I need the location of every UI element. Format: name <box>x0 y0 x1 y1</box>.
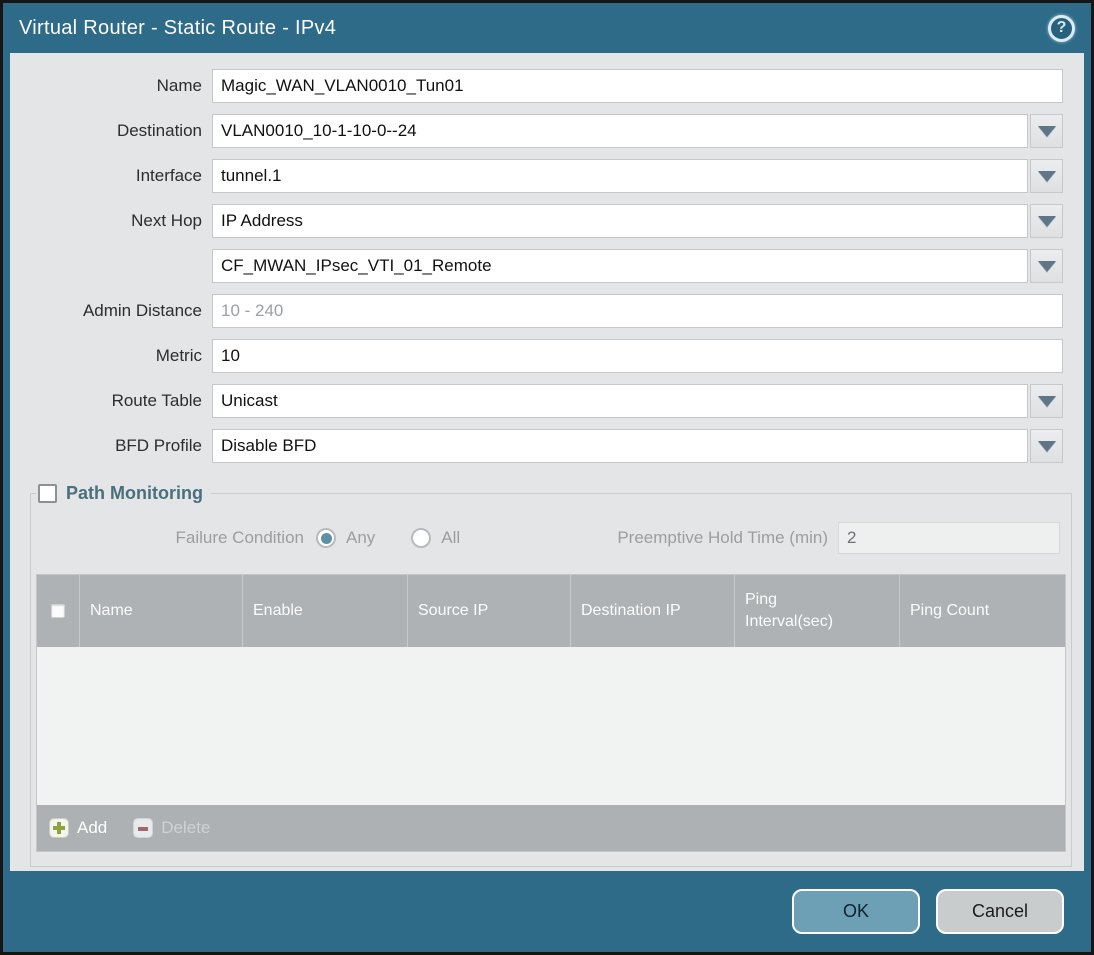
add-button-label: Add <box>77 818 108 837</box>
minus-icon <box>133 818 154 838</box>
dialog-window: Virtual Router - Static Route - IPv4 ? N… <box>0 0 1094 955</box>
bfd-profile-dropdown-button[interactable] <box>1030 429 1063 463</box>
interface-label: Interface <box>135 166 202 185</box>
chevron-down-icon <box>1037 125 1056 137</box>
radio-all-label: All <box>441 528 461 547</box>
table-body <box>37 647 1065 805</box>
content-panel: Name Destination Interface <box>10 53 1084 871</box>
next-hop-address-input[interactable] <box>212 249 1028 283</box>
chevron-down-icon <box>1037 395 1056 407</box>
path-monitoring-legend: Path Monitoring <box>36 483 211 504</box>
radio-dot <box>320 532 332 544</box>
delete-button-label: Delete <box>161 818 211 837</box>
table-header-checkbox-cell <box>37 575 79 647</box>
metric-input[interactable] <box>212 339 1063 373</box>
destination-input[interactable] <box>212 114 1028 148</box>
admin-distance-label: Admin Distance <box>82 301 202 320</box>
column-header-name: Name <box>79 575 242 647</box>
bfd-profile-row: BFD Profile <box>10 429 1063 463</box>
column-header-label: Source IP <box>418 602 489 619</box>
path-monitoring-fieldset: Path Monitoring Failure Condition Any Al… <box>30 483 1072 867</box>
radio-all <box>411 528 432 548</box>
admin-distance-row: Admin Distance <box>10 294 1063 328</box>
chevron-down-icon <box>1037 260 1056 272</box>
next-hop-address-dropdown-button[interactable] <box>1030 249 1063 283</box>
radio-any <box>316 528 336 548</box>
next-hop-dropdown-button[interactable] <box>1030 204 1063 238</box>
table-footer: Add Delete <box>37 805 1065 851</box>
next-hop-row: Next Hop <box>10 204 1063 238</box>
path-monitoring-table: Name Enable Source IP Destination IP Pin… <box>36 574 1066 852</box>
add-button[interactable]: Add <box>49 818 107 838</box>
column-header-ping-interval: Ping Interval(sec) <box>734 575 899 647</box>
next-hop-label: Next Hop <box>131 211 202 230</box>
preemptive-hold-time-label: Preemptive Hold Time (min) <box>617 528 828 547</box>
table-header: Name Enable Source IP Destination IP Pin… <box>37 575 1065 647</box>
column-header-label: Ping Interval(sec) <box>745 591 834 630</box>
interface-dropdown-button[interactable] <box>1030 159 1063 193</box>
bfd-profile-label: BFD Profile <box>115 436 202 455</box>
failure-condition-label: Failure Condition <box>175 528 304 547</box>
path-monitoring-title: Path Monitoring <box>66 483 203 503</box>
dialog-title: Virtual Router - Static Route - IPv4 <box>19 16 337 39</box>
failure-condition-row: Failure Condition Any All Preemptive Hol… <box>36 522 1066 554</box>
radio-any-label: Any <box>346 528 376 547</box>
route-table-select[interactable] <box>212 384 1028 418</box>
name-input[interactable] <box>212 69 1063 103</box>
destination-label: Destination <box>116 121 202 140</box>
chevron-down-icon <box>1037 440 1056 452</box>
bfd-profile-select[interactable] <box>212 429 1028 463</box>
column-header-label: Ping Count <box>910 602 990 619</box>
column-header-label: Destination IP <box>581 602 681 619</box>
ok-button[interactable]: OK <box>792 889 920 934</box>
preemptive-hold-time-input <box>838 522 1060 554</box>
column-header-enable: Enable <box>242 575 407 647</box>
destination-row: Destination <box>10 114 1063 148</box>
column-header-destination-ip: Destination IP <box>570 575 734 647</box>
route-table-row: Route Table <box>10 384 1063 418</box>
column-header-source-ip: Source IP <box>407 575 570 647</box>
route-table-label: Route Table <box>111 391 202 410</box>
name-label: Name <box>156 76 202 95</box>
delete-button: Delete <box>133 818 210 838</box>
metric-label: Metric <box>155 346 202 365</box>
chevron-down-icon <box>1037 170 1056 182</box>
admin-distance-input[interactable] <box>212 294 1063 328</box>
name-row: Name <box>10 69 1063 103</box>
next-hop-select[interactable] <box>212 204 1028 238</box>
interface-input[interactable] <box>212 159 1028 193</box>
column-header-label: Name <box>90 602 133 619</box>
select-all-checkbox[interactable] <box>51 604 65 618</box>
metric-row: Metric <box>10 339 1063 373</box>
next-hop-address-row <box>10 249 1063 283</box>
destination-dropdown-button[interactable] <box>1030 114 1063 148</box>
static-route-form: Name Destination Interface <box>10 53 1084 463</box>
interface-row: Interface <box>10 159 1063 193</box>
help-icon[interactable]: ? <box>1048 14 1075 42</box>
cancel-button[interactable]: Cancel <box>936 889 1064 934</box>
dialog-footer: OK Cancel <box>3 871 1091 952</box>
radio-dot <box>416 533 427 544</box>
title-bar: Virtual Router - Static Route - IPv4 ? <box>3 3 1091 53</box>
chevron-down-icon <box>1037 215 1056 227</box>
path-monitoring-checkbox[interactable] <box>38 484 57 503</box>
column-header-label: Enable <box>253 602 303 619</box>
route-table-dropdown-button[interactable] <box>1030 384 1063 418</box>
column-header-ping-count: Ping Count <box>899 575 1065 647</box>
plus-icon <box>49 818 69 838</box>
